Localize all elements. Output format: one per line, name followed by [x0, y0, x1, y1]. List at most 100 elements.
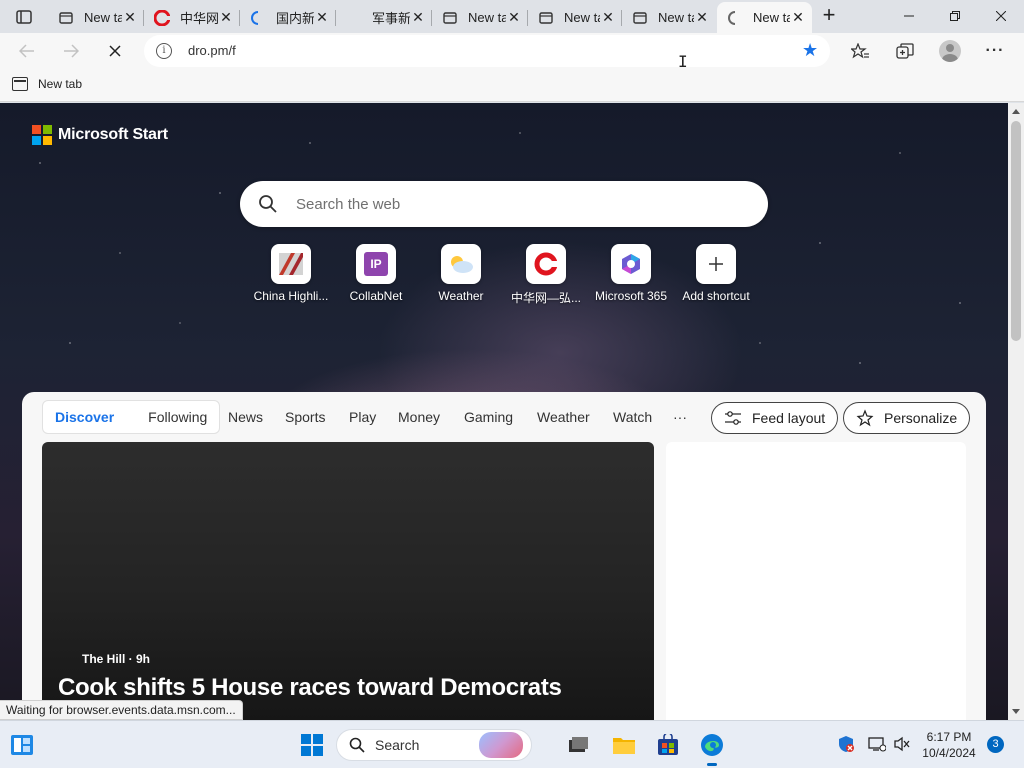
widgets-icon — [11, 735, 33, 755]
tab-6[interactable]: New tab ✕ — [528, 2, 622, 33]
volume-muted-icon[interactable] — [893, 735, 911, 753]
nav-gaming[interactable]: Gaming — [464, 409, 513, 425]
close-tab-icon[interactable]: ✕ — [410, 9, 426, 26]
minimize-button[interactable] — [886, 0, 932, 32]
favorite-star-icon[interactable]: ★ — [802, 41, 818, 59]
task-view-button[interactable] — [562, 729, 594, 761]
settings-menu-button[interactable]: ··· — [980, 37, 1010, 65]
task-view-icon — [569, 737, 588, 752]
taskbar-search-label: Search — [375, 737, 420, 753]
tab-8-active[interactable]: New tab ✕ — [717, 2, 812, 33]
address-bar[interactable]: i dro.pm/f ★ — [144, 35, 830, 67]
tab-2[interactable]: 中华网 ✕ — [144, 2, 240, 33]
page-scrollbar[interactable] — [1008, 103, 1024, 720]
tab-7[interactable]: New tab ✕ — [622, 2, 716, 33]
tab-4[interactable]: 军事新闻 ✕ — [336, 2, 432, 33]
new-tab-button[interactable]: + — [816, 4, 842, 27]
back-button[interactable] — [12, 37, 42, 65]
shortcut-label: China Highli... — [253, 289, 329, 303]
profile-button[interactable] — [935, 37, 965, 65]
browser-toolbar: i dro.pm/f ★ ··· — [0, 33, 1024, 70]
tab-actions-button[interactable] — [8, 6, 40, 28]
address-url[interactable]: dro.pm/f — [188, 43, 236, 58]
taskbar-search[interactable]: Search — [336, 729, 532, 761]
nav-sports[interactable]: Sports — [285, 409, 325, 425]
loading-icon — [727, 10, 743, 26]
tab-5[interactable]: New tab ✕ — [432, 2, 528, 33]
close-icon — [996, 11, 1006, 21]
windows-taskbar: Search 6:17 PM 10/4/2024 3 — [0, 720, 1024, 768]
shortcut-label: CollabNet — [349, 289, 403, 303]
shortcut-china-highlights[interactable]: China Highli... — [248, 244, 334, 303]
sparkle-star-icon — [856, 409, 874, 427]
microsoft-start-logo[interactable]: Microsoft Start — [32, 125, 168, 145]
web-search-box[interactable]: Search the web — [240, 181, 768, 227]
file-explorer-button[interactable] — [608, 729, 640, 761]
security-tray-icon[interactable] — [837, 735, 855, 753]
close-tab-icon[interactable]: ✕ — [506, 9, 522, 26]
close-tab-icon[interactable]: ✕ — [122, 9, 138, 26]
nav-money[interactable]: Money — [398, 409, 440, 425]
tab-1[interactable]: New tab ✕ — [48, 2, 144, 33]
personalize-button[interactable]: Personalize — [843, 402, 971, 434]
restore-button[interactable] — [932, 0, 978, 32]
nav-weather[interactable]: Weather — [537, 409, 590, 425]
article-headline[interactable]: Cook shifts 5 House races toward Democra… — [58, 674, 562, 702]
close-tab-icon[interactable]: ✕ — [790, 9, 806, 26]
pivot-discover[interactable]: Discover — [47, 409, 122, 425]
shortcut-chinanet[interactable]: 中华网—弘... — [503, 244, 589, 306]
close-tab-icon[interactable]: ✕ — [218, 9, 234, 26]
text-cursor-icon: I — [678, 52, 688, 71]
side-card — [666, 442, 966, 720]
edge-taskbar-button[interactable] — [696, 729, 728, 766]
shortcut-collabnet[interactable]: IP CollabNet — [333, 244, 419, 303]
restore-icon — [950, 11, 960, 21]
stop-loading-button[interactable] — [100, 37, 130, 65]
collections-button[interactable] — [890, 37, 920, 65]
notification-badge[interactable]: 3 — [987, 736, 1004, 753]
favorites-bar: New tab — [0, 70, 1024, 102]
search-icon — [259, 195, 277, 213]
hero-article-card[interactable]: The Hill · 9h Cook shifts 5 House races … — [42, 442, 654, 720]
widgets-button[interactable] — [6, 729, 38, 761]
start-button[interactable] — [296, 729, 328, 761]
personalize-label: Personalize — [884, 410, 958, 426]
site-info-icon[interactable]: i — [156, 43, 172, 59]
nav-play[interactable]: Play — [349, 409, 376, 425]
close-tab-icon[interactable]: ✕ — [314, 9, 330, 26]
nav-news[interactable]: News — [228, 409, 263, 425]
scroll-thumb[interactable] — [1011, 121, 1021, 341]
shortcut-weather[interactable]: Weather — [418, 244, 504, 303]
brand-name: Microsoft Start — [58, 126, 168, 143]
network-tray-icon[interactable] — [868, 735, 886, 753]
nav-more-button[interactable]: ··· — [673, 409, 687, 425]
tab-title: 军事新闻 — [372, 11, 410, 26]
feed-layout-button[interactable]: Feed layout — [711, 402, 839, 434]
tab-title: New tab — [468, 10, 506, 25]
shortcut-microsoft-365[interactable]: Microsoft 365 — [588, 244, 674, 303]
collections-icon — [896, 43, 914, 59]
favorites-button[interactable] — [845, 37, 875, 65]
close-tab-icon[interactable]: ✕ — [600, 9, 616, 26]
tab-title: New tab — [753, 10, 790, 25]
close-window-button[interactable] — [978, 0, 1024, 32]
search-highlight-image — [479, 732, 523, 758]
scroll-down-icon[interactable] — [1012, 709, 1020, 714]
china-highlights-icon — [271, 244, 311, 284]
pivot-following[interactable]: Following — [140, 409, 215, 425]
store-button[interactable] — [652, 729, 684, 761]
newtab-icon — [12, 77, 28, 91]
newtab-icon — [58, 10, 74, 26]
forward-button[interactable] — [56, 37, 86, 65]
msn-start-page: Microsoft Start Search the web China Hig… — [0, 103, 1008, 720]
add-shortcut-button[interactable]: Add shortcut — [673, 244, 759, 303]
close-tab-icon[interactable]: ✕ — [694, 9, 710, 26]
clock-time: 6:17 PM — [926, 730, 972, 744]
favorite-new-tab[interactable]: New tab — [12, 77, 82, 91]
system-clock[interactable]: 6:17 PM 10/4/2024 — [918, 729, 980, 761]
feed-pivot-group: Discover Following — [42, 400, 221, 434]
scroll-up-icon[interactable] — [1012, 109, 1020, 114]
tab-3[interactable]: 国内新闻 ✕ — [240, 2, 336, 33]
nav-watch[interactable]: Watch — [613, 409, 652, 425]
search-placeholder: Search the web — [296, 196, 401, 213]
